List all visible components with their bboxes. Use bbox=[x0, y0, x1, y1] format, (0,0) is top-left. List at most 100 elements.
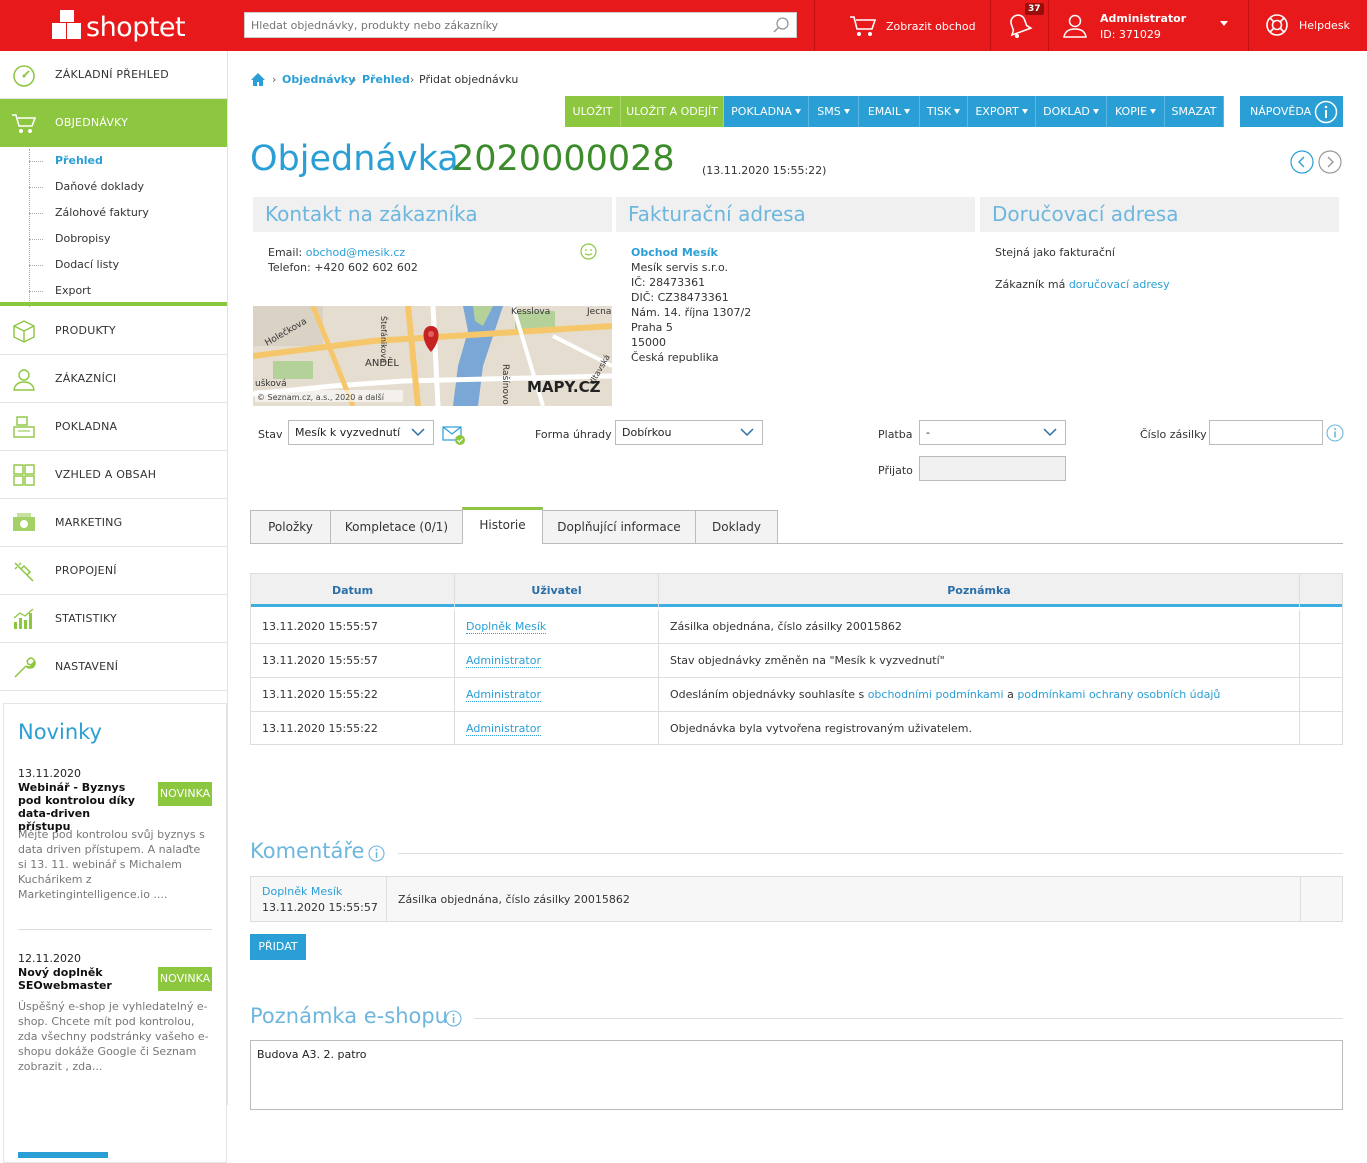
smile-icon[interactable] bbox=[580, 243, 597, 260]
save-exit-button[interactable]: ULOŽIT A ODEJÍT bbox=[621, 96, 724, 127]
help-button[interactable]: NÁPOVĚDA bbox=[1240, 96, 1343, 127]
email-button[interactable]: EMAIL bbox=[859, 96, 920, 127]
user-name[interactable]: Administrator bbox=[1100, 12, 1186, 25]
sidebar-item-integrations[interactable]: PROPOJENÍ bbox=[0, 547, 227, 595]
delivery-same: Stejná jako fakturační bbox=[995, 246, 1115, 259]
news-headline[interactable]: Webinář - Byznys pod kontrolou díky data… bbox=[18, 781, 146, 833]
shipment-number-input[interactable] bbox=[1209, 420, 1323, 445]
tab-additional-info[interactable]: Doplňující informace bbox=[542, 510, 696, 544]
payment-label: Platba bbox=[878, 428, 913, 441]
received-field bbox=[919, 456, 1066, 481]
notification-badge: 37 bbox=[1025, 3, 1044, 15]
submenu-item-delivery-notes[interactable]: Dodací listy bbox=[55, 258, 119, 271]
previous-order-icon[interactable] bbox=[1290, 150, 1314, 174]
user-link[interactable]: Administrator bbox=[466, 688, 541, 702]
user-link[interactable]: Doplněk Mesík bbox=[466, 620, 547, 634]
user-link[interactable]: Administrator bbox=[466, 722, 541, 736]
sidebar-item-settings[interactable]: NASTAVENÍ bbox=[0, 643, 227, 691]
add-comment-button[interactable]: PŘIDAT bbox=[250, 934, 306, 960]
submenu-tick bbox=[29, 265, 43, 266]
delete-button[interactable]: SMAZAT bbox=[1165, 96, 1224, 127]
sms-label: SMS bbox=[817, 105, 841, 118]
column-header-note[interactable]: Poznámka bbox=[659, 574, 1300, 607]
sidebar-item-label: STATISTIKY bbox=[55, 612, 117, 625]
submenu-item-tax-docs[interactable]: Daňové doklady bbox=[55, 180, 144, 193]
user-icon[interactable] bbox=[1062, 12, 1088, 38]
order-number: 2020000028 bbox=[452, 139, 675, 179]
search-box[interactable] bbox=[244, 12, 797, 38]
tab-items[interactable]: Položky bbox=[250, 510, 331, 544]
info-icon[interactable] bbox=[1326, 424, 1344, 442]
doklad-button[interactable]: DOKLAD bbox=[1036, 96, 1107, 127]
phone-value: +420 602 602 602 bbox=[314, 261, 418, 274]
email-link[interactable]: obchod@mesik.cz bbox=[306, 246, 405, 259]
shop-note-textarea[interactable]: Budova A3. 2. patro bbox=[250, 1040, 1343, 1110]
sidebar-item-products[interactable]: PRODUKTY bbox=[0, 307, 227, 355]
submenu-tick bbox=[29, 187, 43, 188]
cell-note: Objednávka byla vytvořena registrovaným … bbox=[659, 712, 1300, 745]
submenu-item-export[interactable]: Export bbox=[55, 284, 91, 297]
sidebar-item-dashboard[interactable]: ZÁKLADNÍ PŘEHLED bbox=[0, 51, 227, 99]
sms-button[interactable]: SMS bbox=[809, 96, 859, 127]
user-id: ID: 371029 bbox=[1100, 28, 1161, 41]
cell-date: 13.11.2020 15:55:57 bbox=[251, 644, 455, 677]
payment-select[interactable]: - bbox=[919, 420, 1066, 445]
delivery-addresses-link[interactable]: doručovací adresy bbox=[1069, 278, 1170, 291]
submenu-item-proforma[interactable]: Zálohové faktury bbox=[55, 206, 149, 219]
save-button[interactable]: ULOŽIT bbox=[565, 96, 621, 127]
export-button[interactable]: EXPORT bbox=[968, 96, 1036, 127]
print-button[interactable]: TISK bbox=[920, 96, 968, 127]
column-header-user[interactable]: Uživatel bbox=[455, 574, 659, 607]
tab-documents[interactable]: Doklady bbox=[695, 510, 778, 544]
info-icon[interactable] bbox=[445, 1010, 462, 1027]
section-divider bbox=[474, 1018, 1343, 1019]
column-header-date[interactable]: Datum bbox=[251, 574, 455, 607]
shop-note-heading: Poznámka e-shopu bbox=[250, 1004, 448, 1028]
breadcrumb-orders[interactable]: Objednávky bbox=[282, 73, 355, 86]
tab-completion[interactable]: Kompletace (0/1) bbox=[330, 510, 463, 544]
home-icon[interactable] bbox=[250, 72, 266, 87]
search-icon[interactable] bbox=[772, 16, 790, 34]
payment-method-select[interactable]: Dobírkou bbox=[615, 420, 763, 445]
news-badge: NOVINKA bbox=[158, 782, 212, 806]
map-attribution: © Seznam.cz, a.s., 2020 a další bbox=[257, 392, 385, 402]
sidebar-item-marketing[interactable]: MARKETING bbox=[0, 499, 227, 547]
show-shop-button[interactable]: Zobrazit obchod bbox=[848, 12, 976, 40]
submenu-item-overview[interactable]: Přehled bbox=[55, 154, 103, 167]
order-date: (13.11.2020 15:55:22) bbox=[702, 164, 827, 177]
sidebar-item-statistics[interactable]: STATISTIKY bbox=[0, 595, 227, 643]
helpdesk-link[interactable]: Helpdesk bbox=[1299, 19, 1350, 32]
terms-link[interactable]: obchodními podmínkami bbox=[868, 688, 1004, 701]
copy-button[interactable]: KOPIE bbox=[1107, 96, 1165, 127]
tab-history[interactable]: Historie bbox=[462, 507, 543, 544]
comment-author[interactable]: Doplněk Mesík bbox=[262, 885, 342, 898]
customer-map[interactable]: Holečkova ANDĚL Štefánikova Kesslova Jec… bbox=[253, 306, 612, 406]
billing-line: Nám. 14. října 1307/2 bbox=[631, 306, 752, 319]
sidebar-item-label: NASTAVENÍ bbox=[55, 660, 119, 673]
sidebar-item-customers[interactable]: ZÁKAZNÍCI bbox=[0, 355, 227, 403]
user-link[interactable]: Administrator bbox=[466, 654, 541, 668]
next-order-icon[interactable] bbox=[1318, 150, 1342, 174]
sidebar-item-register[interactable]: POKLADNA bbox=[0, 403, 227, 451]
sidebar-item-layout[interactable]: VZHLED A OBSAH bbox=[0, 451, 227, 499]
sidebar-item-orders[interactable]: OBJEDNÁVKY bbox=[0, 99, 227, 147]
status-select[interactable]: Mesík k vyzvednutí bbox=[288, 420, 434, 445]
billing-company[interactable]: Obchod Mesík bbox=[631, 246, 718, 259]
payment-method-value: Dobírkou bbox=[622, 426, 672, 439]
dashboard-icon bbox=[13, 65, 35, 87]
chevron-down-icon[interactable] bbox=[1220, 21, 1228, 26]
info-icon[interactable] bbox=[368, 845, 385, 862]
privacy-link[interactable]: podmínkami ochrany osobních údajů bbox=[1017, 688, 1220, 701]
pokladna-button[interactable]: POKLADNA bbox=[724, 96, 809, 127]
sidebar-item-label: VZHLED A OBSAH bbox=[55, 468, 157, 481]
cell-user: Administrator bbox=[455, 678, 659, 711]
submenu-item-credit-notes[interactable]: Dobropisy bbox=[55, 232, 110, 245]
news-headline[interactable]: Nový doplněk SEOwebmaster bbox=[18, 966, 146, 992]
submenu-bottom-bar bbox=[0, 302, 227, 306]
mail-notify-icon[interactable] bbox=[442, 424, 466, 446]
lifebuoy-icon[interactable] bbox=[1265, 13, 1289, 37]
breadcrumb-overview[interactable]: Přehled bbox=[362, 73, 410, 86]
shoptet-logo[interactable]: shoptet bbox=[50, 8, 230, 44]
search-input[interactable] bbox=[245, 13, 765, 37]
news-more-button[interactable] bbox=[18, 1152, 108, 1158]
